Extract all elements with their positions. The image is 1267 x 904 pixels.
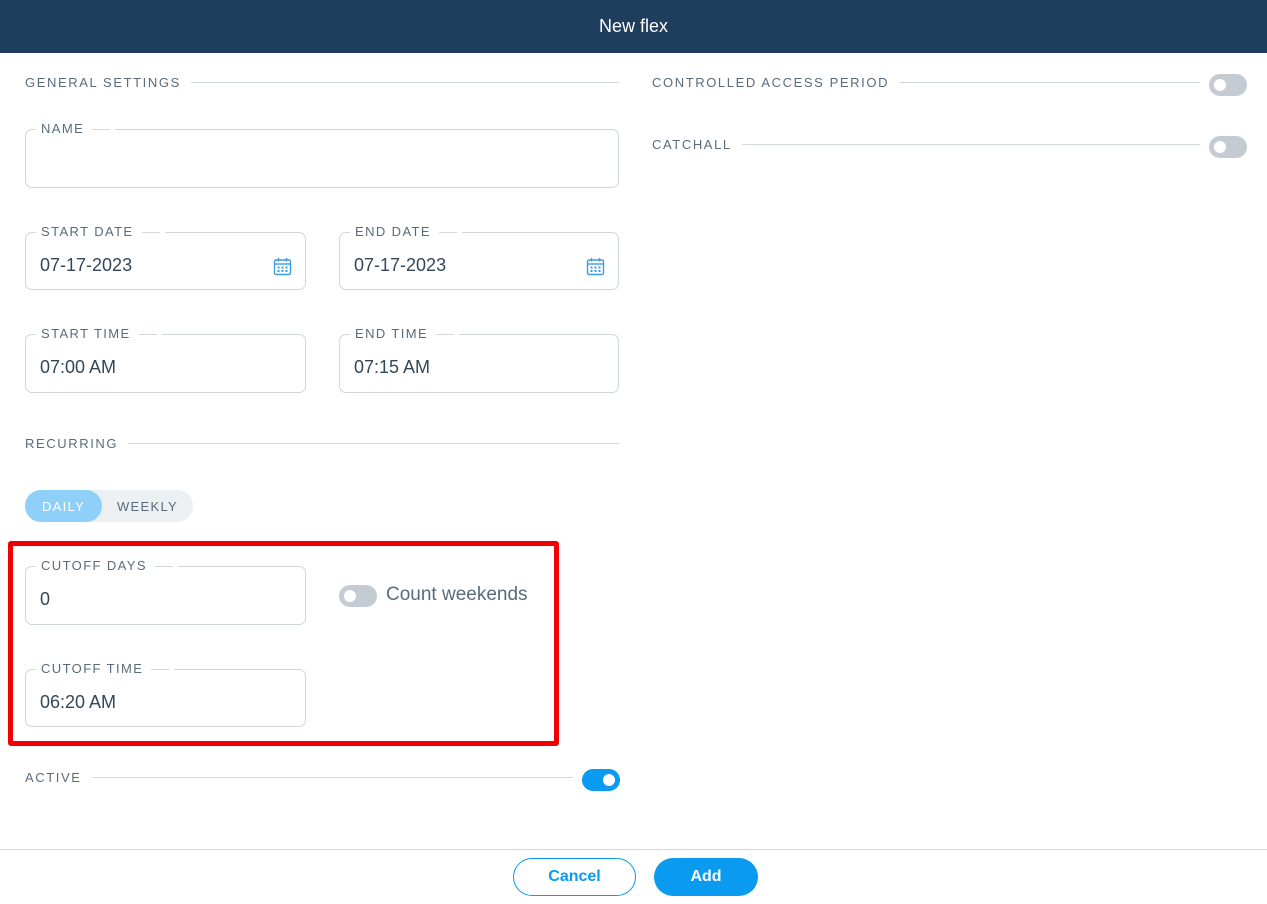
highlight-box (8, 541, 559, 746)
section-divider (190, 82, 619, 83)
active-section: ACTIVE (25, 770, 573, 785)
active-label: ACTIVE (25, 770, 82, 785)
end-time-value: 07:15 AM (354, 357, 431, 377)
dialog-title: New flex (598, 16, 669, 36)
start-date-value: 07-17-2023 (40, 255, 133, 275)
end-time-field[interactable]: END TIME 07:15 AM (339, 326, 619, 393)
calendar-icon[interactable] (273, 257, 292, 276)
start-time-value: 07:00 AM (40, 357, 117, 377)
general-settings-section: GENERAL SETTINGS (25, 75, 619, 90)
dialog-header: New flex (0, 0, 1267, 53)
footer-divider (0, 849, 1267, 850)
end-date-label: END DATE (350, 224, 462, 239)
weekly-option[interactable]: WEEKLY (102, 490, 193, 522)
recurring-section: RECURRING (25, 436, 619, 451)
catchall-label: CATCHALL (652, 137, 732, 152)
end-time-label: END TIME (350, 326, 460, 341)
end-date-value: 07-17-2023 (354, 255, 447, 275)
catchall-section: CATCHALL (652, 137, 1200, 152)
recurring-frequency-switch: DAILY WEEKLY (25, 490, 193, 522)
cancel-button[interactable]: Cancel (513, 858, 636, 896)
controlled-access-period-section: CONTROLLED ACCESS PERIOD (652, 75, 1200, 90)
add-button[interactable]: Add (654, 858, 758, 896)
start-time-label: START TIME (36, 326, 162, 341)
daily-option[interactable]: DAILY (25, 490, 102, 522)
calendar-icon[interactable] (586, 257, 605, 276)
catchall-toggle[interactable] (1209, 136, 1247, 158)
end-date-field[interactable]: END DATE 07-17-2023 (339, 224, 619, 290)
controlled-access-period-label: CONTROLLED ACCESS PERIOD (652, 75, 890, 90)
active-toggle[interactable] (582, 769, 620, 791)
name-label: NAME (36, 121, 116, 136)
section-divider (899, 82, 1200, 83)
section-divider (128, 443, 619, 444)
start-time-field[interactable]: START TIME 07:00 AM (25, 326, 306, 393)
section-divider (91, 777, 573, 778)
controlled-access-period-toggle[interactable] (1209, 74, 1247, 96)
general-settings-label: GENERAL SETTINGS (25, 75, 181, 90)
start-date-label: START DATE (36, 224, 165, 239)
name-field[interactable]: NAME (25, 121, 619, 188)
start-date-field[interactable]: START DATE 07-17-2023 (25, 224, 306, 290)
recurring-label: RECURRING (25, 436, 119, 451)
section-divider (741, 144, 1200, 145)
